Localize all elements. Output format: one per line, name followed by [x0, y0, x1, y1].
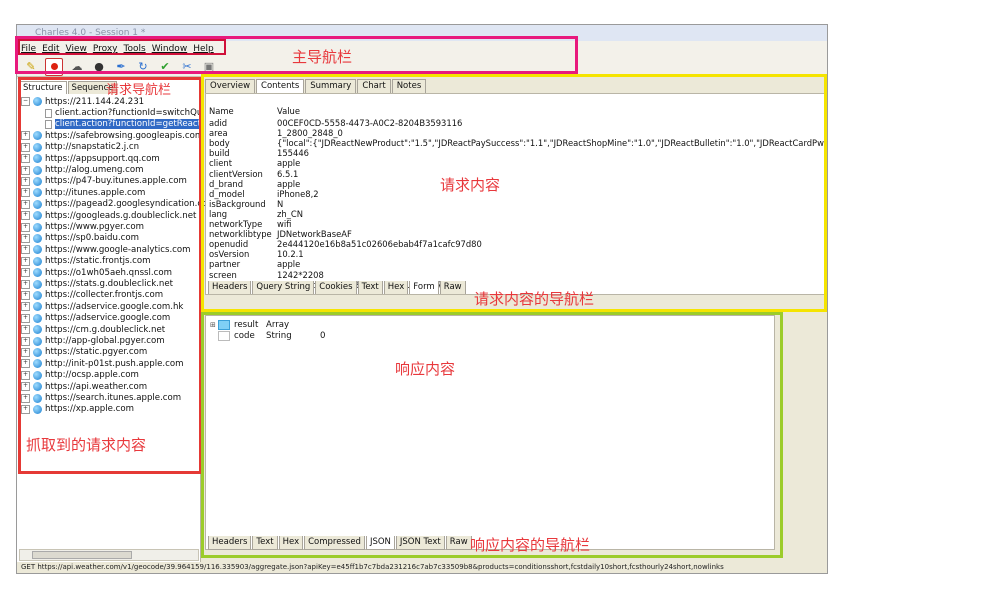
- request-highlight-box: [201, 74, 827, 312]
- response-highlight-box: [201, 312, 783, 558]
- scrollbar-thumb[interactable]: [32, 551, 132, 559]
- annotation-request-content: 请求内容: [440, 176, 501, 194]
- annotation-response-nav: 响应内容的导航栏: [470, 536, 591, 554]
- horizontal-scrollbar[interactable]: [19, 549, 199, 561]
- captured-highlight-box: [18, 77, 202, 474]
- menu-inner-box: [18, 39, 226, 55]
- annotation-captured: 抓取到的请求内容: [26, 436, 147, 454]
- annotation-menu: 主导航栏: [292, 48, 353, 66]
- status-bar: GET https://api.weather.com/v1/geocode/3…: [17, 562, 827, 573]
- annotation-request-nav: 请求内容的导航栏: [474, 290, 595, 308]
- annotation-response-content: 响应内容: [395, 360, 456, 378]
- annotation-left-nav: 请求导航栏: [106, 83, 172, 98]
